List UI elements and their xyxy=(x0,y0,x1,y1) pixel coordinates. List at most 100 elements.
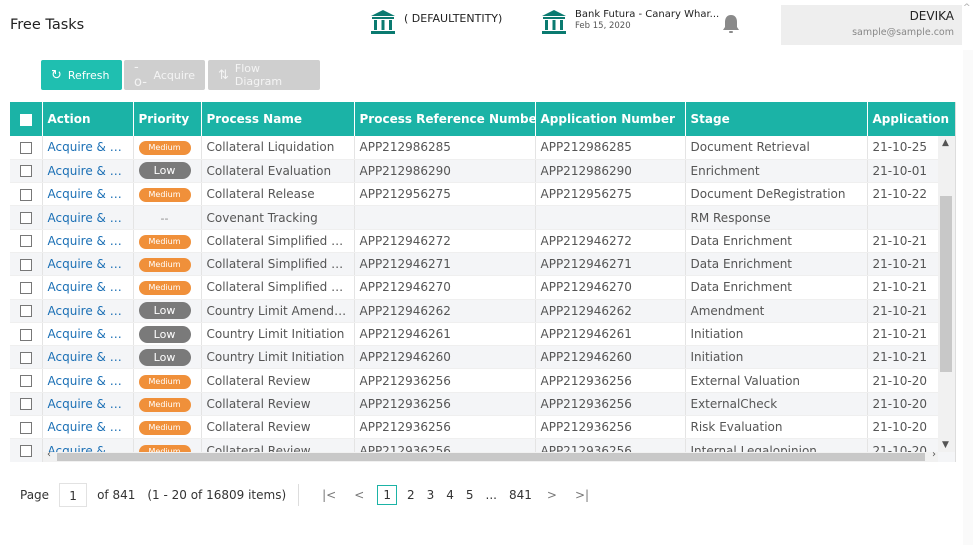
branch-selector[interactable]: Bank Futura - Canary Whar... Feb 15, 202… xyxy=(541,9,719,35)
action-link[interactable]: Acquire & E... xyxy=(42,299,134,323)
process-reference-number: APP212986290 xyxy=(354,159,536,184)
action-link[interactable]: Acquire & E... xyxy=(42,159,134,184)
priority-cell: Medium xyxy=(133,415,202,440)
table-row[interactable]: Acquire & E... Low Collateral Evaluation AP… xyxy=(10,159,955,184)
table-row[interactable]: Acquire & E... Medium Collateral Release AP… xyxy=(10,182,955,207)
next-page-icon[interactable]: > xyxy=(547,488,557,502)
row-checkbox[interactable] xyxy=(10,252,43,277)
page-link[interactable]: 2 xyxy=(407,488,415,502)
priority-cell: Low xyxy=(133,159,202,184)
toolbar: ↻ Refresh -o- Acquire ⇅ Flow Diagram xyxy=(41,60,320,90)
refresh-button[interactable]: ↻ Refresh xyxy=(41,60,122,90)
first-page-icon[interactable]: |< xyxy=(322,488,336,502)
scroll-thumb[interactable] xyxy=(940,196,952,372)
scroll-up-icon[interactable]: ▲ xyxy=(942,138,949,148)
table-row[interactable]: Acquire & E... Medium Collateral Liquidati… xyxy=(10,136,955,160)
column-header[interactable]: Process Reference Number xyxy=(354,102,536,136)
action-link[interactable]: Acquire & E... xyxy=(42,275,134,300)
table-row[interactable]: Acquire & E... Medium Collateral Simplifie… xyxy=(10,275,955,300)
scroll-thumb[interactable] xyxy=(57,453,925,461)
scroll-right-icon[interactable]: › xyxy=(932,449,936,460)
tasks-table: Action Priority Process Name Process Ref… xyxy=(10,102,956,462)
priority-cell: Medium xyxy=(133,368,202,393)
row-checkbox[interactable] xyxy=(10,182,43,207)
row-checkbox[interactable] xyxy=(10,392,43,417)
page-number-input[interactable]: 1 xyxy=(59,483,88,507)
process-name: Collateral Liquidation xyxy=(201,136,355,160)
page-link[interactable]: 4 xyxy=(446,488,454,502)
bell-icon[interactable] xyxy=(721,13,741,35)
action-link[interactable]: Acquire & E... xyxy=(42,368,134,393)
flow-diagram-button[interactable]: ⇅ Flow Diagram xyxy=(208,60,320,90)
page-link[interactable]: 3 xyxy=(427,488,435,502)
flow-diagram-icon: ⇅ xyxy=(218,67,229,83)
row-checkbox[interactable] xyxy=(10,136,43,160)
process-name: Collateral Simplified Am... xyxy=(201,229,355,253)
page-label: Page xyxy=(20,488,50,502)
column-header[interactable]: Action xyxy=(42,102,134,136)
column-header[interactable]: Stage xyxy=(685,102,868,136)
column-header[interactable]: Priority xyxy=(133,102,202,136)
column-header[interactable]: Application Number xyxy=(535,102,686,136)
action-link[interactable]: Acquire & E... xyxy=(42,136,134,160)
refresh-label: Refresh xyxy=(67,68,110,82)
stage: Initiation xyxy=(685,345,868,370)
table-row[interactable]: Acquire & E... Low Country Limit Amendm...… xyxy=(10,299,955,323)
page-scrollbar[interactable] xyxy=(963,50,973,545)
column-header[interactable]: Application xyxy=(867,102,955,136)
stage: ExternalCheck xyxy=(685,392,868,417)
page-link[interactable]: 5 xyxy=(466,488,474,502)
table-row[interactable]: Acquire & E... Medium Collateral Review APP… xyxy=(10,415,955,440)
user-menu[interactable]: DEVIKA sample@sample.com xyxy=(781,5,962,45)
action-link[interactable]: Acquire & E... xyxy=(42,229,134,253)
row-checkbox[interactable] xyxy=(10,159,43,184)
select-all-checkbox[interactable] xyxy=(10,102,43,136)
table-body: Acquire & E... Medium Collateral Liquidati… xyxy=(10,136,955,462)
row-checkbox[interactable] xyxy=(10,205,43,230)
process-name: Collateral Review xyxy=(201,392,355,417)
application-number: APP212946261 xyxy=(535,322,686,347)
scroll-left-icon[interactable]: ‹ xyxy=(47,449,51,460)
priority-badge: -- xyxy=(160,211,169,225)
row-checkbox[interactable] xyxy=(10,345,43,370)
page-link[interactable]: 1 xyxy=(377,485,397,505)
table-row[interactable]: Acquire & E... Medium Collateral Simplifie… xyxy=(10,252,955,277)
column-header[interactable]: Process Name xyxy=(201,102,355,136)
row-checkbox[interactable] xyxy=(10,415,43,440)
action-link[interactable]: Acquire & E... xyxy=(42,252,134,277)
last-page-icon[interactable]: >| xyxy=(575,488,589,502)
row-checkbox[interactable] xyxy=(10,368,43,393)
stage: Initiation xyxy=(685,322,868,347)
table-row[interactable]: Acquire & E... Medium Collateral Simplifie… xyxy=(10,229,955,253)
row-checkbox[interactable] xyxy=(10,229,43,253)
vertical-scrollbar[interactable]: ▲ ▼ xyxy=(938,136,955,452)
row-checkbox[interactable] xyxy=(10,438,43,462)
table-row[interactable]: Acquire & E... Medium Collateral Review APP… xyxy=(10,392,955,417)
application-number: APP212946270 xyxy=(535,275,686,300)
stage: RM Response xyxy=(685,205,868,230)
chevron-up-icon[interactable]: ^ xyxy=(963,3,971,13)
table-row[interactable]: Acquire & E... Low Country Limit Initiatio… xyxy=(10,322,955,347)
page-link[interactable]: 841 xyxy=(509,488,532,502)
acquire-button[interactable]: -o- Acquire xyxy=(124,60,205,90)
row-checkbox[interactable] xyxy=(10,299,43,323)
action-link[interactable]: Acquire & E... xyxy=(42,322,134,347)
process-name: Collateral Simplified Am... xyxy=(201,275,355,300)
app-header: Free Tasks ( DEFAULTENTITY) Bank Futura … xyxy=(0,0,973,50)
table-row[interactable]: Acquire & E... Medium Collateral Review APP… xyxy=(10,368,955,393)
action-link[interactable]: Acquire & E... xyxy=(42,182,134,207)
process-reference-number: APP212946262 xyxy=(354,299,536,323)
scroll-down-icon[interactable]: ▼ xyxy=(942,440,949,450)
horizontal-scrollbar[interactable]: ‹ › xyxy=(43,449,938,462)
entity-selector[interactable]: ( DEFAULTENTITY) xyxy=(370,9,502,35)
table-row[interactable]: Acquire & E... Low Country Limit Initiatio… xyxy=(10,345,955,370)
action-link[interactable]: Acquire & E... xyxy=(42,345,134,370)
row-checkbox[interactable] xyxy=(10,322,43,347)
prev-page-icon[interactable]: < xyxy=(354,488,364,502)
table-row[interactable]: Acquire & E... -- Covenant Tracking RM Resp… xyxy=(10,205,955,230)
action-link[interactable]: Acquire & E... xyxy=(42,205,134,230)
action-link[interactable]: Acquire & E... xyxy=(42,392,134,417)
row-checkbox[interactable] xyxy=(10,275,43,300)
action-link[interactable]: Acquire & E... xyxy=(42,415,134,440)
priority-badge: Medium xyxy=(138,421,191,436)
